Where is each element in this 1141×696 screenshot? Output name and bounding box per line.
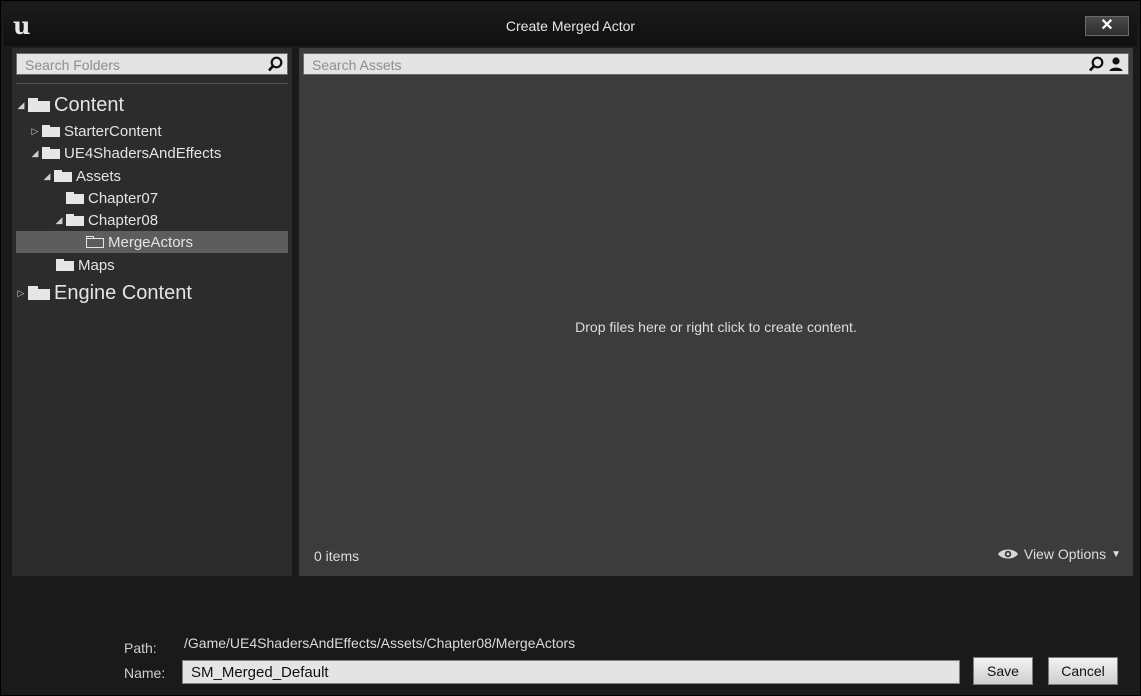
tree-item-label: UE4ShadersAndEffects — [64, 144, 222, 162]
tree-item-content[interactable]: ◢ Content — [16, 93, 125, 116]
tree-item-label: Maps — [78, 256, 115, 274]
tree-item-startercontent[interactable]: ▷ StarterContent — [30, 120, 162, 142]
user-filter-icon[interactable] — [1108, 56, 1124, 72]
folder-open-icon — [28, 98, 50, 112]
tree-item-ue4shadersandeffects[interactable]: ◢ UE4ShadersAndEffects — [30, 142, 222, 164]
dialog-window: u Create Merged Actor ✕ Search Folders ◢… — [0, 0, 1141, 696]
path-value: /Game/UE4ShadersAndEffects/Assets/Chapte… — [184, 635, 576, 651]
view-options-button[interactable]: View Options ▼ — [997, 546, 1121, 562]
tree-item-label: MergeActors — [108, 233, 194, 251]
folder-open-icon — [66, 214, 84, 226]
view-options-label: View Options — [1023, 546, 1107, 562]
expanded-arrow-icon[interactable]: ◢ — [30, 148, 40, 159]
collapsed-arrow-icon[interactable]: ▷ — [16, 288, 26, 299]
folder-panel: Search Folders ◢ Content ▷ StarterConten… — [12, 48, 292, 576]
items-count: 0 items — [314, 548, 360, 564]
tree-item-mergeactors[interactable]: MergeActors — [16, 231, 288, 253]
folder-empty-icon — [86, 236, 104, 248]
tree-item-label: Assets — [76, 167, 122, 185]
folder-search-input[interactable]: Search Folders — [16, 53, 288, 75]
expanded-arrow-icon[interactable]: ◢ — [42, 171, 52, 182]
folder-search-placeholder: Search Folders — [25, 57, 120, 73]
search-icon[interactable] — [267, 56, 283, 72]
dialog-title: Create Merged Actor — [505, 18, 636, 34]
chevron-down-icon: ▼ — [1111, 548, 1121, 560]
asset-search-input[interactable]: Search Assets — [303, 53, 1129, 75]
folder-icon — [28, 286, 50, 300]
cancel-button[interactable]: Cancel — [1048, 657, 1118, 685]
folder-icon — [42, 125, 60, 137]
empty-drop-message: Drop files here or right click to create… — [575, 319, 857, 335]
tree-item-label: Chapter08 — [88, 211, 159, 229]
tree-item-label: StarterContent — [64, 122, 162, 140]
folder-open-icon — [42, 147, 60, 159]
folder-open-icon — [54, 170, 72, 182]
tree-item-label: Engine Content — [54, 281, 192, 304]
expanded-arrow-icon[interactable]: ◢ — [54, 215, 64, 226]
save-button[interactable]: Save — [973, 657, 1033, 685]
path-label: Path: — [124, 640, 157, 656]
tree-item-label: Content — [54, 93, 125, 116]
folder-search-divider — [16, 83, 288, 84]
folder-icon — [66, 192, 84, 204]
title-bar[interactable]: u Create Merged Actor ✕ — [4, 4, 1137, 46]
tree-item-label: Chapter07 — [88, 189, 159, 207]
expanded-arrow-icon[interactable]: ◢ — [16, 100, 26, 111]
name-label: Name: — [124, 665, 166, 681]
tree-item-engine-content[interactable]: ▷ Engine Content — [16, 282, 192, 304]
tree-item-assets[interactable]: ◢ Assets — [42, 165, 121, 187]
eye-icon — [997, 549, 1018, 559]
search-icon[interactable] — [1088, 56, 1104, 72]
close-button[interactable]: ✕ — [1085, 16, 1129, 36]
tree-item-chapter07[interactable]: Chapter07 — [64, 187, 158, 209]
tree-item-chapter08[interactable]: ◢ Chapter08 — [54, 209, 159, 231]
asset-panel[interactable]: Search Assets Drop files here or right c… — [299, 48, 1133, 576]
asset-search-placeholder: Search Assets — [312, 57, 402, 73]
tree-item-maps[interactable]: Maps — [54, 254, 115, 276]
collapsed-arrow-icon[interactable]: ▷ — [30, 126, 40, 137]
folder-icon — [56, 259, 74, 271]
asset-name-input[interactable]: SM_Merged_Default — [182, 660, 960, 684]
